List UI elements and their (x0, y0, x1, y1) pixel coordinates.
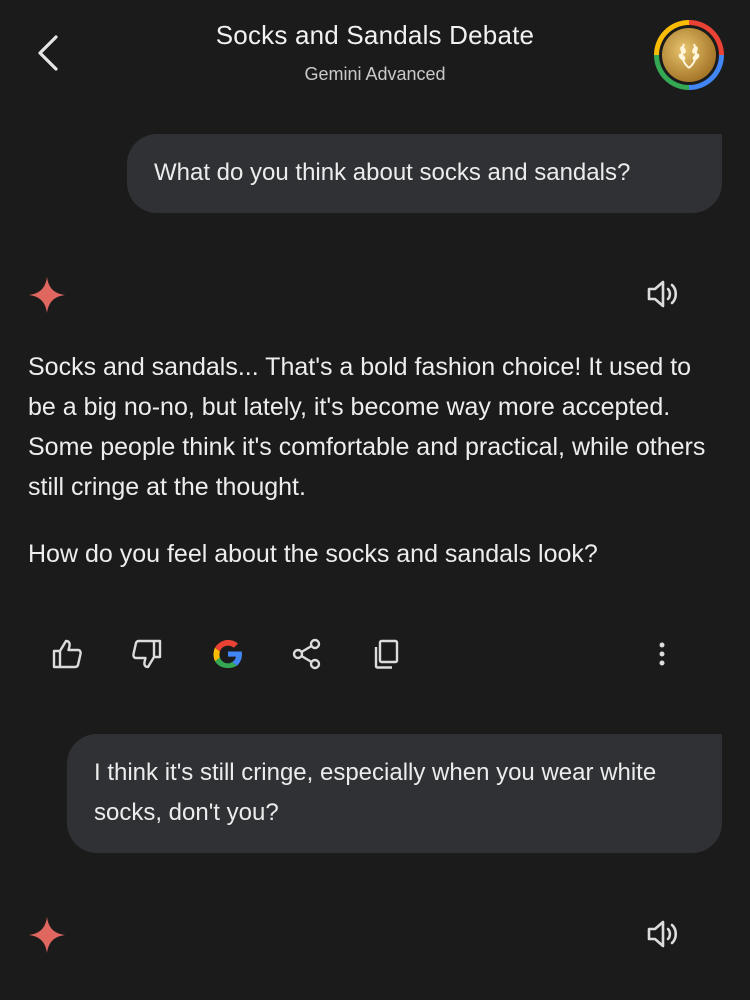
thumbs-down-button[interactable] (125, 632, 169, 676)
thumbs-down-icon (132, 639, 162, 669)
more-options-button[interactable] (640, 632, 684, 676)
gemini-sparkle-icon (29, 917, 65, 953)
thumbs-up-button[interactable] (45, 632, 89, 676)
gemini-response-paragraph: How do you feel about the socks and sand… (28, 540, 598, 568)
conversation-title: Socks and Sandals Debate (215, 20, 535, 50)
more-vert-icon (659, 642, 665, 666)
avatar-image (662, 28, 716, 82)
model-name: Gemini Advanced (304, 64, 446, 84)
speaker-icon[interactable] (645, 276, 681, 312)
laurel-icon (678, 43, 700, 69)
share-button[interactable] (285, 632, 329, 676)
google-check-button[interactable] (206, 632, 250, 676)
response-actions (0, 632, 750, 678)
share-icon (292, 638, 321, 670)
google-g-icon (213, 640, 242, 668)
user-message[interactable]: I think it's still cringe, especially wh… (67, 734, 722, 853)
gemini-response-paragraph: Socks and sandals... That's a bold fashi… (28, 353, 706, 501)
account-avatar-button[interactable] (654, 20, 724, 90)
copy-button[interactable] (365, 632, 409, 676)
gemini-sparkle-icon (29, 277, 65, 313)
copy-icon (374, 639, 399, 669)
speaker-icon[interactable] (645, 916, 681, 952)
thumbs-up-icon (52, 639, 82, 669)
top-app-bar: Socks and Sandals Debate Gemini Advanced (0, 0, 750, 110)
user-message[interactable]: What do you think about socks and sandal… (127, 134, 722, 213)
